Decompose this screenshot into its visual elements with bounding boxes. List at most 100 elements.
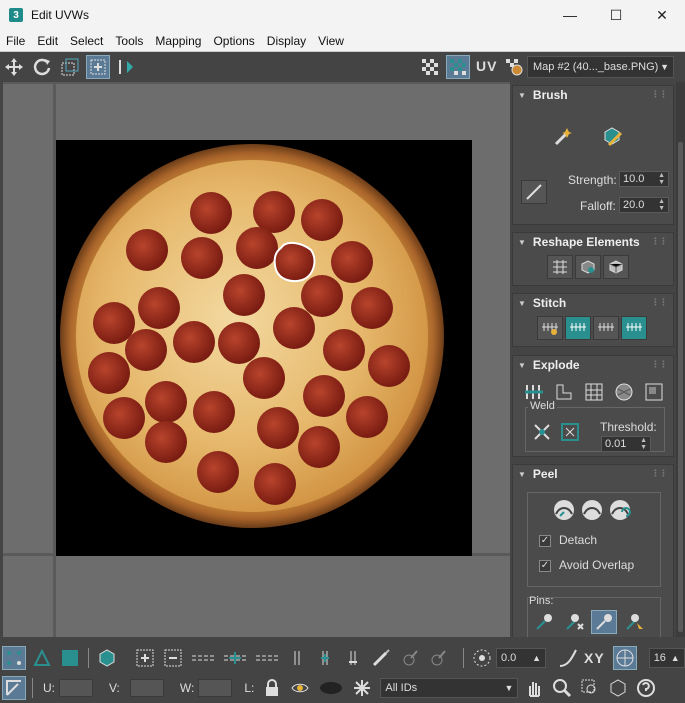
straighten-icon[interactable]: [547, 255, 573, 279]
u-label: U:: [43, 681, 55, 695]
texture-canvas[interactable]: [56, 140, 472, 556]
element-mode-icon[interactable]: [95, 646, 119, 670]
brush-rollout-header[interactable]: ▼ Brush ⋮⋮: [513, 86, 673, 104]
pin-selected-icon[interactable]: [531, 610, 557, 634]
flatten-by-material-icon[interactable]: [641, 380, 667, 404]
weld-selected-icon[interactable]: [529, 420, 555, 444]
stitch-to-source-icon[interactable]: [621, 316, 647, 340]
falloff-spinner[interactable]: 20.0 ▲ ▼: [619, 197, 669, 213]
snap-grid-icon[interactable]: [612, 646, 637, 670]
selected-uv-island[interactable]: [273, 242, 316, 283]
menu-select[interactable]: Select: [64, 30, 109, 52]
w-field[interactable]: [198, 679, 233, 697]
uv-viewport[interactable]: [3, 82, 510, 637]
pins-label: Pins:: [529, 595, 554, 607]
peel-mode-icon[interactable]: [579, 498, 605, 522]
loop-grow-icon[interactable]: [221, 646, 249, 670]
strength-spinner[interactable]: 10.0 ▲ ▼: [619, 171, 669, 187]
scale-icon[interactable]: [58, 55, 82, 79]
mirror-icon[interactable]: [114, 55, 138, 79]
peel-rollout-header[interactable]: ▼ Peel ⋮⋮: [513, 465, 673, 483]
brush-relax-icon[interactable]: [599, 124, 625, 148]
reshape-rollout-header[interactable]: ▼ Reshape Elements ⋮⋮: [513, 233, 673, 251]
grid-spinner[interactable]: 16 ▲: [648, 648, 685, 668]
bottom-toolbar-selection: 0.0 ▲ XY 16 ▲: [0, 643, 685, 673]
relax-icon[interactable]: [575, 255, 601, 279]
vertex-mode-icon[interactable]: [2, 646, 26, 670]
show-hide-icon[interactable]: [288, 676, 312, 700]
u-field[interactable]: [59, 679, 93, 697]
checker-icon[interactable]: [418, 55, 442, 79]
freeform-icon[interactable]: [86, 55, 110, 79]
ring-grow-icon[interactable]: [313, 646, 337, 670]
flatten-by-smoothing-icon[interactable]: [611, 380, 637, 404]
bottom-toolbar-transform: U: V: W: L: All IDs ▼: [0, 673, 685, 703]
unpin-selected-icon[interactable]: [561, 610, 587, 634]
rotate-icon[interactable]: [30, 55, 54, 79]
auto-pin-moved-icon[interactable]: [591, 610, 617, 634]
menu-edit[interactable]: Edit: [31, 30, 64, 52]
grow-selection-icon[interactable]: [133, 646, 157, 670]
menu-view[interactable]: View: [312, 30, 350, 52]
stitch-custom-icon[interactable]: [537, 316, 563, 340]
weld-all-icon[interactable]: [557, 420, 583, 444]
paint-shrink-icon[interactable]: [425, 646, 449, 670]
menu-display[interactable]: Display: [261, 30, 312, 52]
brush-falloff-icon[interactable]: [521, 180, 547, 204]
reset-peel-icon[interactable]: [607, 498, 633, 522]
scrollbar-thumb[interactable]: [678, 142, 683, 632]
menu-file[interactable]: File: [0, 30, 31, 52]
pan-icon[interactable]: [522, 676, 546, 700]
avoid-overlap-checkbox[interactable]: ✓: [539, 560, 551, 572]
zoom-extents-icon[interactable]: [606, 676, 630, 700]
zoom-region-icon[interactable]: [578, 676, 602, 700]
xy-label[interactable]: XY: [584, 650, 605, 666]
close-button[interactable]: ✕: [639, 0, 685, 30]
lock-icon[interactable]: [260, 676, 284, 700]
brush-move-icon[interactable]: [551, 124, 577, 148]
soft-selection-icon[interactable]: [470, 646, 494, 670]
quick-peel-icon[interactable]: [551, 498, 577, 522]
zoom-icon[interactable]: [550, 676, 574, 700]
threshold-spinner[interactable]: 0.01 ▲ ▼: [601, 436, 651, 452]
reshape-rollout: ▼ Reshape Elements ⋮⋮: [512, 232, 674, 286]
absolute-mode-icon[interactable]: [2, 676, 26, 700]
stitch-rollout: ▼ Stitch ⋮⋮: [512, 293, 674, 347]
freeze-icon[interactable]: [350, 676, 374, 700]
uv-label[interactable]: UV: [476, 58, 497, 74]
menu-options[interactable]: Options: [207, 30, 260, 52]
detach-label: Detach: [559, 533, 598, 547]
edge-mode-icon[interactable]: [30, 646, 54, 670]
v-field[interactable]: [129, 679, 164, 697]
maximize-button[interactable]: ☐: [593, 0, 639, 30]
hide-icon[interactable]: [316, 676, 346, 700]
map-select-dropdown[interactable]: Map #2 (40..._base.PNG) ▼: [527, 56, 674, 78]
panel-scrollbar[interactable]: [676, 82, 685, 637]
help-icon[interactable]: [634, 676, 658, 700]
shrink-selection-icon[interactable]: [161, 646, 185, 670]
falloff-spinner[interactable]: 0.0 ▲: [496, 648, 546, 668]
ring-shrink-icon[interactable]: [341, 646, 365, 670]
flatten-element-icon[interactable]: [603, 255, 629, 279]
paint-select-icon[interactable]: [369, 646, 393, 670]
detach-checkbox[interactable]: ✓: [539, 535, 551, 547]
select-pinned-icon[interactable]: [621, 610, 647, 634]
minimize-button[interactable]: —: [547, 0, 593, 30]
paint-grow-icon[interactable]: [397, 646, 421, 670]
flatten-by-polygon-icon[interactable]: [581, 380, 607, 404]
map-settings-icon[interactable]: [502, 55, 526, 79]
move-icon[interactable]: [2, 55, 26, 79]
menu-mapping[interactable]: Mapping: [149, 30, 207, 52]
explode-rollout-header[interactable]: ▼ Explode ⋮⋮: [513, 356, 673, 374]
show-map-icon[interactable]: [446, 55, 470, 79]
loop-select-icon[interactable]: [189, 646, 217, 670]
menu-tools[interactable]: Tools: [109, 30, 149, 52]
stitch-to-target-icon[interactable]: [565, 316, 591, 340]
falloff-curve-icon[interactable]: [556, 646, 580, 670]
ring-select-icon[interactable]: [285, 646, 309, 670]
loop-shrink-icon[interactable]: [253, 646, 281, 670]
stitch-rollout-header[interactable]: ▼ Stitch ⋮⋮: [513, 294, 673, 312]
material-ids-dropdown[interactable]: All IDs ▼: [380, 678, 519, 698]
stitch-average-icon[interactable]: [593, 316, 619, 340]
polygon-mode-icon[interactable]: [58, 646, 82, 670]
